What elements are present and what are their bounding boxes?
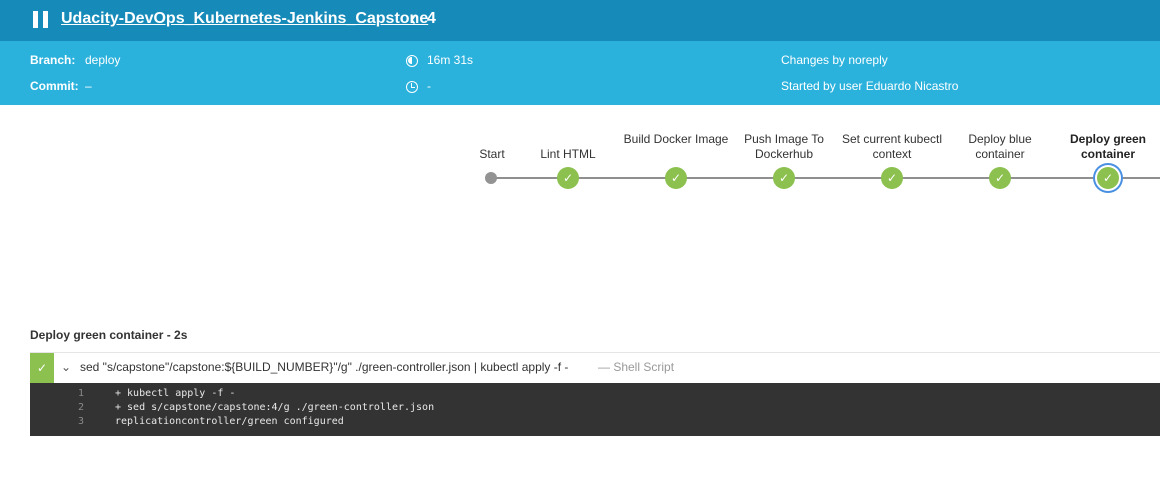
log-line-text: replicationcontroller/green configured: [115, 416, 344, 427]
stage-label-lint-html[interactable]: Lint HTML: [513, 147, 623, 162]
log-line-number[interactable]: 3: [60, 416, 84, 427]
log-line-number[interactable]: 1: [60, 388, 84, 399]
step-type-label: — Shell Script: [598, 360, 675, 374]
end-time-value: -: [427, 79, 431, 93]
pipeline-connector-line: [491, 177, 1160, 179]
started-by-text: Started by user Eduardo Nicastro: [781, 79, 959, 93]
stage-label-set-kubectl-context[interactable]: Set current kubectl context: [837, 132, 947, 162]
success-check-icon: ✓: [30, 353, 54, 384]
pause-icon[interactable]: [33, 11, 48, 28]
branch-label: Branch:: [30, 53, 76, 67]
step-row-shell-script[interactable]: ✓ ⌄ sed "s/capstone"/capstone:${BUILD_NU…: [30, 352, 1160, 384]
branch-value: deploy: [85, 53, 121, 67]
stage-node-set-kubectl-context[interactable]: ✓: [881, 167, 903, 189]
log-line-text: + sed s/capstone/capstone:4/g ./green-co…: [115, 402, 435, 413]
step-panel-title: Deploy green container - 2s: [30, 328, 188, 342]
duration-icon: [406, 55, 418, 67]
pipeline-title-link[interactable]: Udacity-DevOps_Kubernetes-Jenkins_Capsto…: [61, 10, 428, 28]
stage-label-deploy-blue[interactable]: Deploy blue container: [945, 132, 1055, 162]
step-command: sed "s/capstone"/capstone:${BUILD_NUMBER…: [80, 360, 569, 374]
duration-value: 16m 31s: [427, 53, 474, 67]
stage-label-push-image[interactable]: Push Image To Dockerhub: [729, 132, 839, 162]
back-icon[interactable]: ‹: [410, 9, 416, 29]
stage-label-deploy-green[interactable]: Deploy green container: [1053, 132, 1160, 162]
changes-text: Changes by noreply: [781, 53, 888, 67]
commit-value: –: [85, 79, 92, 93]
stage-node-lint-html[interactable]: ✓: [557, 167, 579, 189]
chevron-down-icon[interactable]: ⌄: [61, 360, 71, 374]
top-bar: Udacity-DevOps_Kubernetes-Jenkins_Capsto…: [0, 0, 1160, 41]
start-node: [485, 172, 497, 184]
log-line-text: + kubectl apply -f -: [115, 388, 236, 399]
log-line: 3 replicationcontroller/green configured: [30, 416, 1160, 430]
stage-node-push-image[interactable]: ✓: [773, 167, 795, 189]
stage-node-deploy-blue[interactable]: ✓: [989, 167, 1011, 189]
log-line-number[interactable]: 2: [60, 402, 84, 413]
log-line: 1 + kubectl apply -f -: [30, 388, 1160, 402]
stage-label-build-docker-image[interactable]: Build Docker Image: [621, 132, 731, 147]
run-meta-bar: Branch: deploy Commit: – 16m 31s - Chang…: [0, 41, 1160, 105]
log-output: 1 + kubectl apply -f - 2 + sed s/capston…: [30, 383, 1160, 436]
log-line: 2 + sed s/capstone/capstone:4/g ./green-…: [30, 402, 1160, 416]
stage-node-build-docker-image[interactable]: ✓: [665, 167, 687, 189]
run-number: 4: [427, 10, 436, 27]
stage-node-deploy-green[interactable]: ✓: [1097, 167, 1119, 189]
commit-label: Commit:: [30, 79, 79, 93]
clock-icon: [406, 81, 418, 93]
